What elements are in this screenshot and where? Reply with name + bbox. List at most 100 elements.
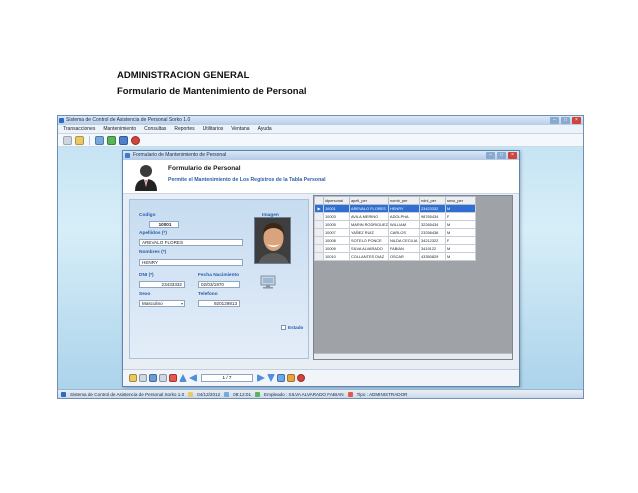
table-cell[interactable]: M [445,220,476,229]
table-cell[interactable]: NILDA CECILIA [388,236,420,245]
edit-icon[interactable] [139,374,147,382]
column-header[interactable]: ndni_per [419,196,446,205]
table-row[interactable]: 10009 SILVA ALVARADO FABIAN 3419122 M [314,244,476,253]
save-icon[interactable] [149,374,157,382]
app-window: Sistema de Control de Asistencia de Pers… [57,115,584,399]
horizontal-scrollbar[interactable] [314,353,512,359]
table-row[interactable]: 10008 SOTELO PONCE NILDA CECILIA 34212322 F [314,236,476,245]
table-cell[interactable]: 10008 [323,236,350,245]
table-cell[interactable]: 34212322 [419,236,446,245]
users-icon[interactable] [95,135,104,145]
column-header[interactable]: apell_per [349,196,389,205]
dni-field[interactable]: 23433332 [139,281,185,288]
menu-item-transacciones[interactable]: Transacciones [63,125,95,133]
row-header[interactable] [314,244,324,253]
column-header[interactable]: idpersonal [323,196,350,205]
menu-item-ayuda[interactable]: Ayuda [258,125,272,133]
row-header[interactable] [314,252,324,261]
calendar-icon[interactable] [75,135,84,145]
table-cell[interactable]: M [445,228,476,237]
close-icon[interactable]: × [508,152,517,159]
search-icon[interactable] [277,374,285,382]
codigo-field[interactable]: 10001 [149,221,179,228]
table-cell[interactable]: F [445,236,476,245]
table-row[interactable]: 10010 COLLANTES DIAZ OSCAR 43350829 M [314,252,476,261]
column-header[interactable]: sexo_per [445,196,476,205]
table-cell[interactable]: AREVALO FLORES [349,204,389,213]
menu-item-consultas[interactable]: Consultas [144,125,166,133]
spreadsheet-icon[interactable] [107,135,116,145]
table-cell[interactable]: 10001 [323,204,350,213]
table-cell[interactable]: M [445,252,476,261]
column-header[interactable]: nomb_per [388,196,420,205]
row-header[interactable] [314,212,324,221]
record-counter: 1 / 7 [201,374,253,382]
first-record-icon[interactable] [179,374,187,382]
table-cell[interactable]: YAÑEZ RUIZ [349,228,389,237]
delete-icon[interactable] [169,374,177,382]
fecha-nacimiento-field[interactable]: 02/03/1970 [198,281,240,288]
undo-icon[interactable] [159,374,167,382]
table-cell[interactable]: 98765434 [419,212,446,221]
menu-item-mantenimiento[interactable]: Mantenimiento [103,125,136,133]
minimize-icon[interactable]: – [550,117,559,124]
sexo-select[interactable]: Masculino ▾ [139,300,185,307]
table-cell[interactable]: M [445,244,476,253]
apellidos-field[interactable]: AREVALO FLORES [139,239,243,246]
table-cell[interactable]: F [445,212,476,221]
table-cell[interactable]: ADOLPHA [388,212,420,221]
computer-icon[interactable] [119,135,128,145]
table-cell[interactable]: WILLIAM [388,220,420,229]
maximize-icon[interactable]: □ [561,117,570,124]
close-icon[interactable]: × [572,117,581,124]
new-record-icon[interactable] [129,374,137,382]
table-cell[interactable]: CARLOS [388,228,420,237]
nombres-field[interactable]: HENRY [139,259,243,266]
document-icon[interactable] [63,135,72,145]
exit-icon[interactable] [297,374,305,382]
computer-icon[interactable] [260,275,276,289]
table-cell[interactable]: 32265434 [419,220,446,229]
row-header[interactable]: ▶ [314,204,324,213]
table-cell[interactable]: 10009 [323,244,350,253]
chevron-down-icon[interactable]: ▾ [181,301,183,306]
checkbox-box[interactable] [281,325,286,330]
table-cell[interactable]: FABIAN [388,244,420,253]
last-record-icon[interactable] [267,374,275,382]
estado-checkbox[interactable]: Estado [281,325,303,330]
row-header[interactable] [314,236,324,245]
table-cell[interactable]: 3419122 [419,244,446,253]
row-header[interactable] [314,220,324,229]
maximize-icon[interactable]: □ [497,152,506,159]
table-cell[interactable]: 10005 [323,220,350,229]
table-cell[interactable]: 43350829 [419,252,446,261]
table-row[interactable]: 10007 YAÑEZ RUIZ CARLOS 23256436 M [314,228,476,237]
table-cell[interactable]: AVILA MERINO [349,212,389,221]
form-window-controls: – □ × [486,152,517,159]
menu-item-reportes[interactable]: Reportes [174,125,194,133]
table-cell[interactable]: 23423332 [419,204,446,213]
table-cell[interactable]: HENRY [388,204,420,213]
power-icon[interactable] [131,135,140,145]
menu-item-utilitarios[interactable]: Utilitarios [203,125,224,133]
table-row[interactable]: 10005 MARIN RODRIGUEZ WILLIAM 32265434 M [314,220,476,229]
table-cell[interactable]: 10003 [323,212,350,221]
table-row[interactable]: ▶ 10001 AREVALO FLORES HENRY 23423332 M [314,204,476,213]
table-cell[interactable]: M [445,204,476,213]
table-row[interactable]: 10003 AVILA MERINO ADOLPHA 98765434 F [314,212,476,221]
menu-item-ventana[interactable]: Ventana [231,125,249,133]
table-cell[interactable]: OSCAR [388,252,420,261]
table-cell[interactable]: SOTELO PONCE [349,236,389,245]
next-record-icon[interactable] [257,374,265,382]
previous-record-icon[interactable] [189,374,197,382]
print-icon[interactable] [287,374,295,382]
table-cell[interactable]: SILVA ALVARADO [349,244,389,253]
table-cell[interactable]: COLLANTES DIAZ [349,252,389,261]
minimize-icon[interactable]: – [486,152,495,159]
table-cell[interactable]: 10010 [323,252,350,261]
row-header[interactable] [314,228,324,237]
table-cell[interactable]: MARIN RODRIGUEZ [349,220,389,229]
telefono-field[interactable]: 920129813 [198,300,240,307]
table-cell[interactable]: 10007 [323,228,350,237]
table-cell[interactable]: 23256436 [419,228,446,237]
